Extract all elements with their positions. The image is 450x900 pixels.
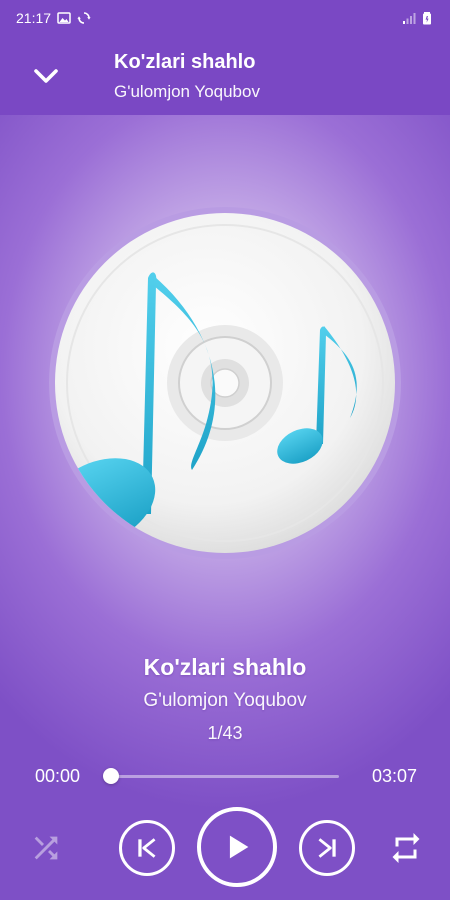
- battery-icon: [423, 12, 431, 25]
- shuffle-icon: [34, 836, 58, 860]
- play-button[interactable]: [197, 807, 277, 887]
- skip-previous-icon: [138, 838, 156, 858]
- status-right: [402, 11, 434, 25]
- total-time: 03:07: [371, 766, 417, 786]
- status-left: 21:17: [16, 10, 91, 26]
- music-disc-icon: [49, 207, 401, 559]
- signal-icon: [403, 13, 416, 24]
- next-button[interactable]: [299, 820, 355, 876]
- shuffle-button[interactable]: [24, 826, 68, 870]
- track-title: Ko'zlari shahlo: [143, 654, 307, 680]
- collapse-button[interactable]: [24, 54, 68, 98]
- sync-icon: [77, 12, 91, 24]
- elapsed-time: 00:00: [35, 766, 81, 786]
- image-icon: [57, 12, 71, 24]
- track-counter: 1/43: [207, 723, 243, 743]
- play-icon: [229, 835, 249, 859]
- previous-button[interactable]: [119, 820, 175, 876]
- skip-next-icon: [318, 838, 336, 858]
- repeat-icon: [392, 833, 420, 863]
- track-artist: G'ulomjon Yoqubov: [143, 690, 307, 711]
- chevron-down-icon: [34, 69, 58, 83]
- app-bar: Ko'zlari shahlo G'ulomjon Yoqubov: [0, 36, 450, 115]
- repeat-button[interactable]: [384, 826, 428, 870]
- status-time: 21:17: [16, 10, 52, 26]
- status-bar: 21:17: [0, 0, 450, 36]
- header-subtitle: G'ulomjon Yoqubov: [114, 82, 260, 101]
- seek-bar[interactable]: [103, 768, 339, 784]
- header-title: Ko'zlari shahlo: [114, 51, 256, 73]
- seek-bar-thumb[interactable]: [103, 768, 119, 784]
